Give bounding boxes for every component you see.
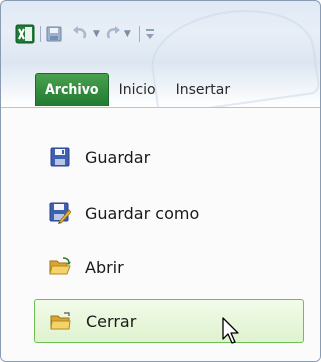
menu-item-abrir[interactable]: Abrir — [34, 247, 304, 287]
menu-item-label: Abrir — [85, 257, 124, 277]
menu-item-label: Cerrar — [86, 311, 137, 331]
undo-dropdown-icon[interactable]: ▼ — [93, 29, 100, 39]
tab-inicio[interactable]: Inicio — [109, 74, 166, 106]
tab-archivo[interactable]: Archivo — [35, 73, 109, 106]
customize-qat-icon[interactable] — [145, 27, 155, 41]
toolbar-separator — [138, 26, 140, 42]
excel-logo-icon[interactable] — [15, 24, 35, 44]
save-icon[interactable] — [46, 26, 62, 42]
menu-item-guardar-como[interactable]: Guardar como — [34, 193, 304, 233]
open-folder-icon — [49, 256, 71, 278]
redo-dropdown-icon[interactable]: ▼ — [124, 29, 131, 39]
redo-icon[interactable] — [103, 26, 121, 42]
close-folder-icon — [50, 310, 72, 332]
tab-insertar[interactable]: Insertar — [166, 74, 241, 106]
quick-access-toolbar: ▼ ▼ — [15, 23, 155, 45]
menu-item-cerrar[interactable]: Cerrar — [34, 299, 304, 343]
save-as-icon — [49, 202, 71, 224]
ribbon-tabs: Archivo Inicio Insertar — [35, 73, 241, 106]
tab-inicio-label: Inicio — [118, 82, 156, 98]
menu-item-label: Guardar como — [85, 203, 200, 223]
menu-item-label: Guardar — [85, 147, 151, 167]
mouse-pointer-icon — [222, 317, 242, 349]
excel-window: ▼ ▼ Archivo Inicio Insertar Guardar Guar… — [0, 0, 321, 362]
tab-insertar-label: Insertar — [175, 82, 231, 98]
toolbar-separator — [40, 26, 41, 42]
save-icon — [49, 146, 71, 168]
tab-archivo-label: Archivo — [45, 82, 99, 98]
undo-icon[interactable] — [72, 26, 90, 42]
menu-item-guardar[interactable]: Guardar — [34, 137, 304, 177]
